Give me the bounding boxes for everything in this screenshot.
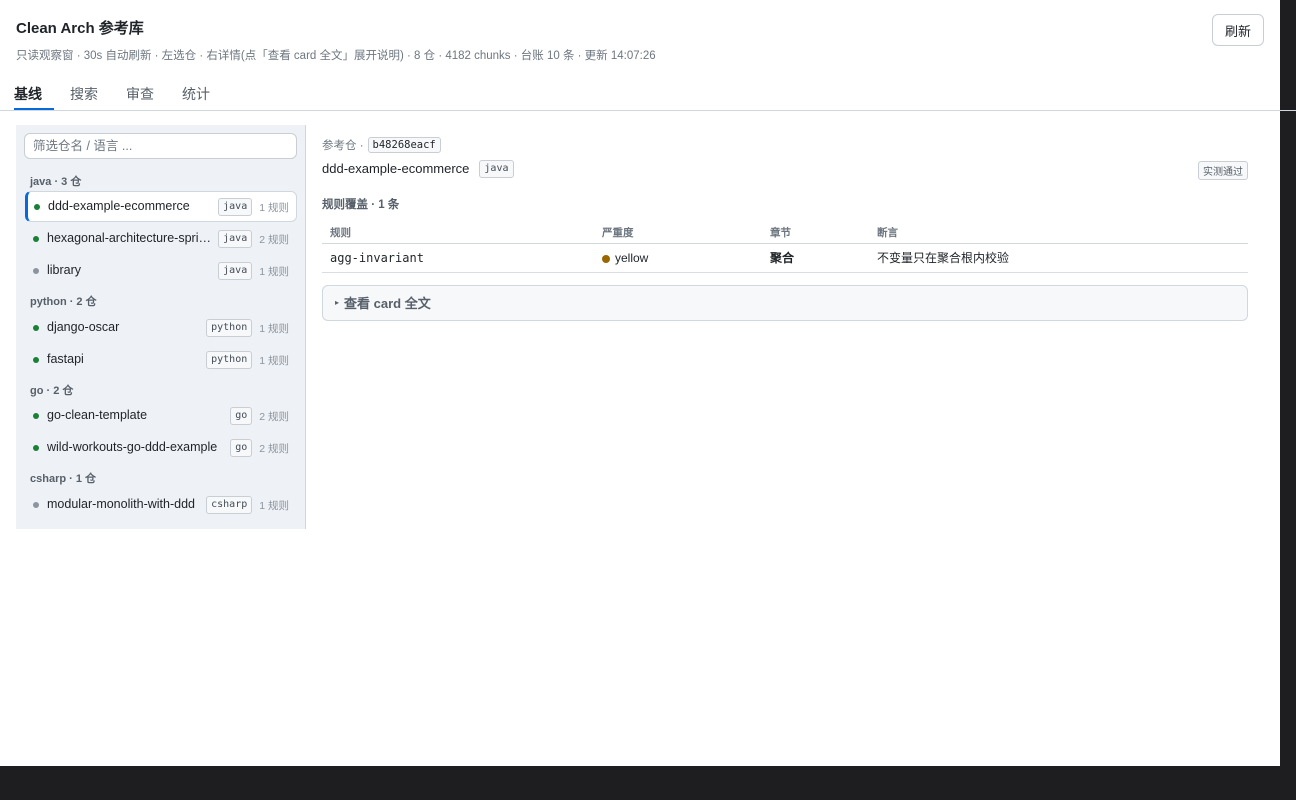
- status-dot: [33, 268, 39, 274]
- caret-right-icon: ▸: [335, 298, 340, 307]
- tab-baseline[interactable]: 基线: [14, 80, 54, 110]
- repo-item-wild-workouts[interactable]: wild-workouts-go-ddd-example go 2 规则: [25, 432, 297, 463]
- repo-name: modular-monolith-with-ddd: [47, 497, 195, 511]
- repo-name: go-clean-template: [47, 408, 148, 422]
- lang-badge: java: [218, 198, 253, 216]
- rule-id: agg-invariant: [322, 243, 594, 273]
- column-header-rule: 规则: [322, 223, 594, 244]
- severity-label: yellow: [615, 250, 649, 265]
- page-title: Clean Arch 参考库: [16, 20, 144, 37]
- repo-item-hexagonal-architecture[interactable]: hexagonal-architecture-spring-boot java …: [25, 223, 297, 254]
- card-fulltext-toggle[interactable]: ▸ 查看 card 全文: [322, 284, 1248, 321]
- lang-badge: go: [230, 407, 253, 425]
- rules-count: 1 规则: [259, 354, 289, 367]
- app-page: Clean Arch 参考库 只读观察窗 · 30s 自动刷新 · 左选仓 · …: [0, 0, 1296, 766]
- repo-sidebar: java · 3 仓 ddd-example-ecommerce java 1 …: [16, 125, 306, 529]
- tab-review[interactable]: 审查: [126, 80, 154, 110]
- tab-search[interactable]: 搜索: [70, 80, 98, 110]
- refresh-button[interactable]: 刷新: [1211, 14, 1264, 46]
- status-dot: [33, 236, 39, 242]
- rules-count: 1 规则: [259, 201, 289, 214]
- reference-label: 参考仓 ·: [322, 140, 364, 152]
- card-fulltext-label: 查看 card 全文: [344, 296, 431, 311]
- repo-name: wild-workouts-go-ddd-example: [47, 440, 218, 454]
- rules-count: 2 规则: [259, 410, 289, 423]
- page-header: Clean Arch 参考库 只读观察窗 · 30s 自动刷新 · 左选仓 · …: [16, 14, 1264, 63]
- repo-name: library: [47, 263, 82, 277]
- verification-status-badge: 实测通过: [1198, 161, 1248, 180]
- assertion-cell: 不变量只在聚合根内校验: [869, 243, 1248, 273]
- repo-item-library[interactable]: library java 1 规则: [25, 255, 297, 286]
- status-dot: [33, 325, 39, 331]
- detail-lang-badge: java: [479, 159, 514, 178]
- lang-badge: csharp: [206, 496, 253, 514]
- repo-name: ddd-example-ecommerce: [48, 199, 190, 213]
- rule-coverage-title: 规则覆盖 · 1 条: [322, 199, 400, 211]
- page-subtitle: 只读观察窗 · 30s 自动刷新 · 左选仓 · 右详情(点「查看 card 全…: [16, 50, 656, 62]
- repo-filter-input[interactable]: [24, 133, 297, 159]
- lang-badge: python: [206, 319, 253, 337]
- status-dot: [33, 413, 39, 419]
- repo-name: fastapi: [47, 352, 84, 366]
- rules-count: 2 规则: [259, 442, 289, 455]
- group-label-csharp: csharp · 1 仓: [30, 473, 97, 485]
- lang-badge: java: [218, 230, 253, 248]
- group-label-go: go · 2 仓: [30, 385, 74, 397]
- rules-count: 1 规则: [259, 265, 289, 278]
- table-header-row: 规则 严重度 章节 断言: [322, 223, 1248, 244]
- column-header-chapter: 章节: [762, 223, 869, 244]
- status-dot: [33, 445, 39, 451]
- rules-count: 1 规则: [259, 322, 289, 335]
- repo-item-modular-monolith[interactable]: modular-monolith-with-ddd csharp 1 规则: [25, 489, 297, 520]
- status-dot: [34, 204, 40, 210]
- tab-stats[interactable]: 统计: [182, 80, 210, 110]
- repo-item-ddd-example-ecommerce[interactable]: ddd-example-ecommerce java 1 规则: [25, 191, 297, 222]
- column-header-severity: 严重度: [594, 223, 762, 244]
- commit-badge: b48268eacf: [367, 137, 441, 153]
- repo-item-go-clean-template[interactable]: go-clean-template go 2 规则: [25, 400, 297, 431]
- rules-count: 1 规则: [259, 499, 289, 512]
- table-row[interactable]: agg-invariant yellow 聚合 不变量只在聚合根内校验: [322, 243, 1248, 273]
- card-fulltext-summary[interactable]: ▸ 查看 card 全文: [323, 286, 1247, 320]
- repo-item-fastapi[interactable]: fastapi python 1 规则: [25, 344, 297, 375]
- rule-coverage-table: 规则 严重度 章节 断言 agg-invariant yellow 聚合 不变量…: [322, 223, 1248, 273]
- group-label-python: python · 2 仓: [30, 296, 97, 308]
- rules-count: 2 规则: [259, 233, 289, 246]
- group-label-java: java · 3 仓: [30, 176, 82, 188]
- reference-line: 参考仓 · b48268eacf: [322, 136, 1248, 154]
- detail-header: ddd-example-ecommerce java 实测通过: [322, 159, 1248, 180]
- severity-cell: yellow: [594, 243, 762, 273]
- chapter-cell: 聚合: [762, 243, 869, 273]
- severity-dot: [602, 254, 610, 263]
- lang-badge: go: [230, 439, 253, 457]
- detail-repo-name: ddd-example-ecommerce: [322, 161, 470, 176]
- tab-bar: 基线 搜索 审查 统计: [0, 80, 1296, 111]
- repo-name: hexagonal-architecture-spring-boot: [47, 231, 213, 245]
- status-dot: [33, 502, 39, 508]
- repo-name: django-oscar: [47, 320, 120, 334]
- column-header-assertion: 断言: [869, 223, 1248, 244]
- lang-badge: java: [218, 262, 253, 280]
- lang-badge: python: [206, 351, 253, 369]
- status-dot: [33, 357, 39, 363]
- repo-detail-panel: 参考仓 · b48268eacf ddd-example-ecommerce j…: [322, 136, 1248, 321]
- repo-item-django-oscar[interactable]: django-oscar python 1 规则: [25, 312, 297, 343]
